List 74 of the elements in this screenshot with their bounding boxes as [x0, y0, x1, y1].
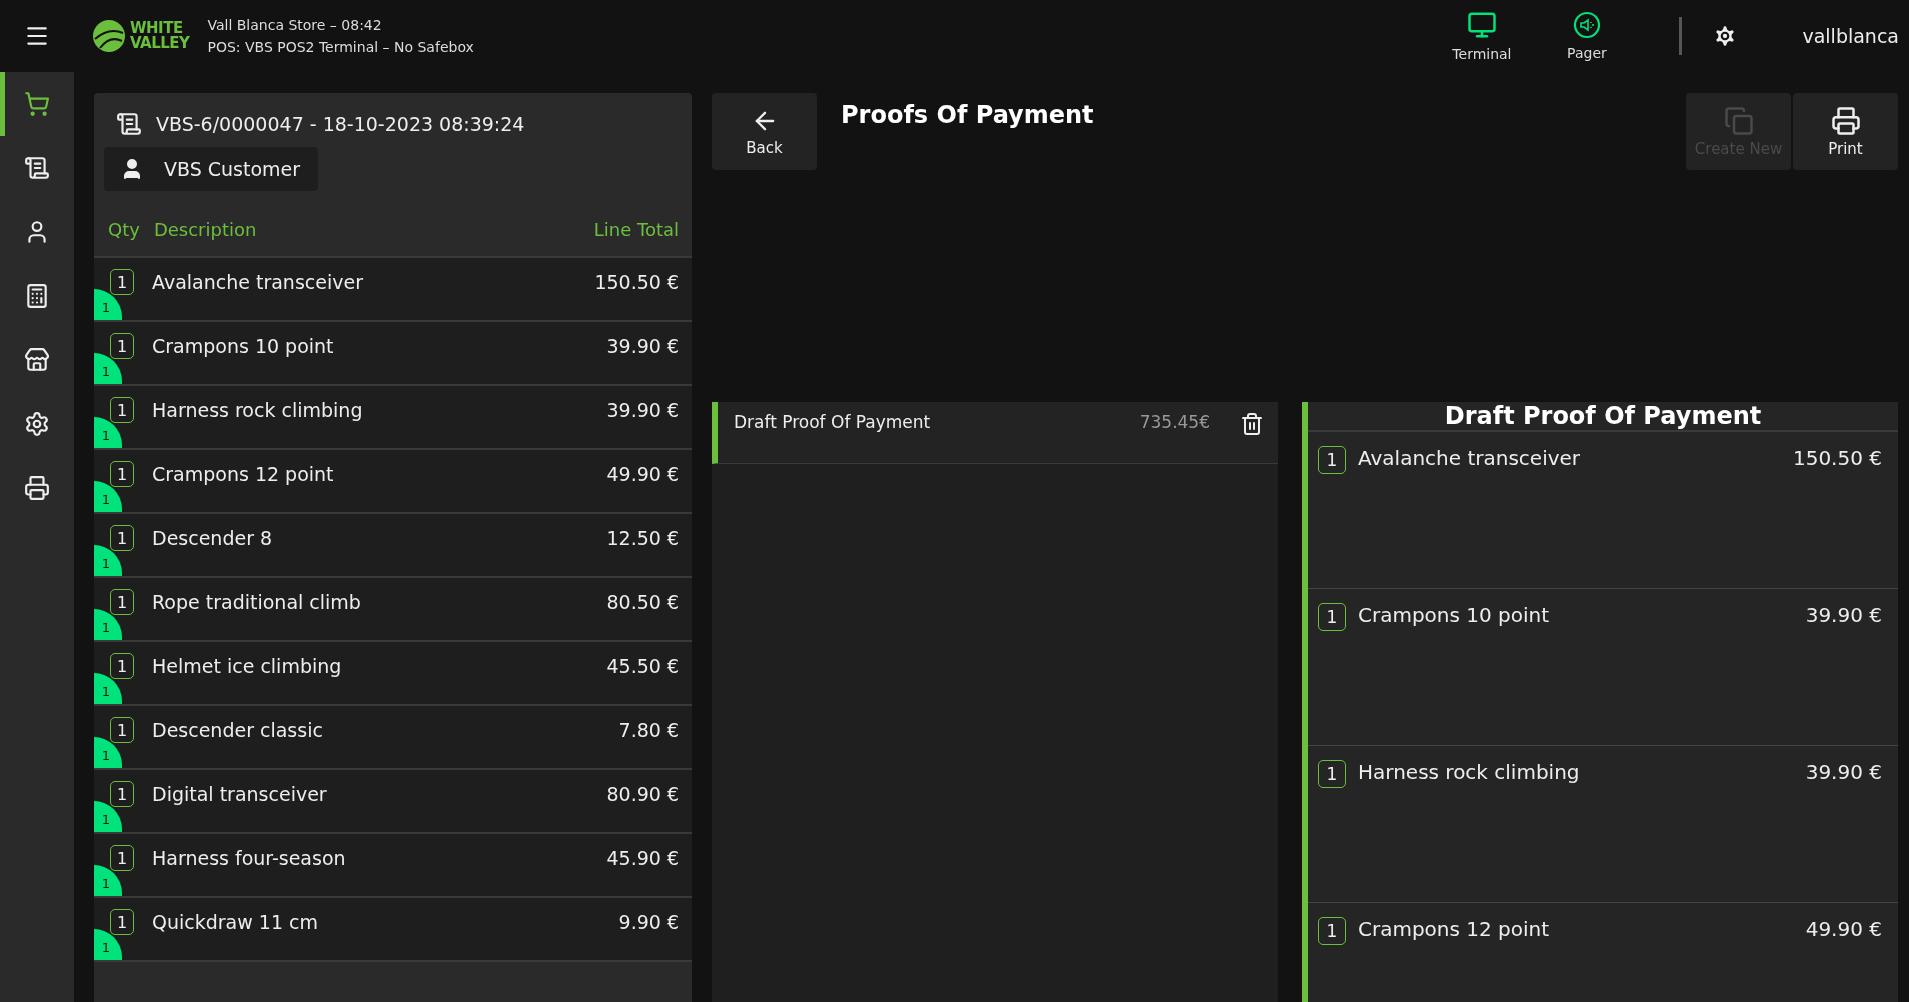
line-total: 150.50 € — [1792, 446, 1882, 470]
store-icon — [24, 347, 50, 373]
item-description: Avalanche transceiver — [152, 271, 364, 293]
delete-icon — [1240, 412, 1264, 436]
line-total: 45.50 € — [606, 655, 679, 677]
speaker-icon — [1572, 11, 1601, 39]
receipt-icon — [24, 155, 50, 181]
column-header: Description — [153, 219, 257, 240]
quantity-box: 1 — [1318, 760, 1346, 788]
item-description: Harness four-season — [152, 847, 347, 869]
item-description: Quickdraw 11 cm — [152, 911, 319, 933]
item-description: Helmet ice climbing — [152, 655, 343, 677]
line-total: 45.90 € — [606, 847, 679, 869]
quantity-box: 1 — [1318, 917, 1346, 945]
logo-icon — [92, 19, 126, 53]
line-total: 39.90 € — [606, 399, 679, 421]
line-total: 39.90 € — [606, 335, 679, 357]
line-total: 150.50 € — [594, 271, 679, 293]
column-header: Line Total — [593, 219, 679, 240]
line-total: 80.90 € — [606, 783, 679, 805]
logo-text: WHITE VALLEY — [130, 21, 190, 51]
customer-button[interactable]: VBS Customer — [104, 147, 319, 191]
line-total: 49.90 € — [606, 463, 679, 485]
ticket-title: VBS-6/0000047 - 18-10-2023 08:39:24 — [156, 113, 525, 135]
back-button[interactable]: Back — [712, 93, 817, 170]
printer-icon — [24, 475, 50, 501]
item-description: Crampons 12 point — [152, 463, 335, 485]
line-total: 12.50 € — [606, 527, 679, 549]
item-description: Harness rock climbing — [1358, 760, 1581, 784]
toolbar-button[interactable]: Terminal — [1429, 10, 1535, 62]
line-total: 7.80 € — [618, 719, 679, 741]
detail-title: Draft Proof Of Payment — [1308, 402, 1898, 432]
quantity-box: 1 — [1318, 603, 1346, 631]
store-info: Vall Blanca Store – 08:42 — [207, 16, 383, 35]
item-description: Harness rock climbing — [152, 399, 364, 421]
item-description: Avalanche transceiver — [1358, 446, 1582, 470]
receipt-icon — [116, 111, 142, 137]
cart-icon — [24, 91, 50, 117]
column-header: Qty — [108, 219, 140, 240]
count-badge: 1 — [94, 417, 122, 448]
monitor-icon — [1466, 10, 1497, 40]
copy-icon — [1723, 105, 1754, 136]
page-title: Proofs Of Payment — [841, 101, 1095, 129]
settings-icon — [24, 411, 50, 437]
item-description: Digital transceiver — [152, 783, 328, 805]
user-name: vallblanca — [1802, 25, 1899, 47]
count-badge: 1 — [94, 609, 122, 640]
line-total: 80.50 € — [606, 591, 679, 613]
count-badge: 1 — [94, 289, 122, 320]
item-description: Crampons 12 point — [1358, 917, 1551, 941]
line-total: 39.90 € — [1805, 760, 1882, 784]
toolbar-button[interactable]: Pager — [1534, 11, 1640, 61]
count-badge: 1 — [94, 865, 122, 896]
print-button[interactable]: Print — [1793, 93, 1898, 170]
calculator-icon — [24, 283, 50, 309]
quantity-box: 1 — [1318, 446, 1346, 474]
line-total: 39.90 € — [1805, 603, 1882, 627]
printer-icon — [1830, 105, 1861, 136]
count-badge: 1 — [94, 481, 122, 512]
item-description: Descender classic — [152, 719, 324, 741]
proof-item[interactable]: Draft Proof Of Payment 735.45€ — [712, 402, 1278, 464]
item-description: Crampons 10 point — [152, 335, 335, 357]
item-description: Descender 8 — [152, 527, 274, 549]
item-description: Crampons 10 point — [1358, 603, 1551, 627]
line-total: 49.90 € — [1805, 917, 1882, 941]
pos-info: POS: VBS POS2 Terminal – No Safebox — [207, 38, 474, 57]
count-badge: 1 — [94, 737, 122, 768]
count-badge: 1 — [94, 353, 122, 384]
count-badge: 1 — [94, 673, 122, 704]
item-description: Rope traditional climb — [152, 591, 362, 613]
count-badge: 1 — [94, 801, 122, 832]
count-badge: 1 — [94, 545, 122, 576]
line-total: 9.90 € — [618, 911, 679, 933]
count-badge: 1 — [94, 929, 122, 960]
